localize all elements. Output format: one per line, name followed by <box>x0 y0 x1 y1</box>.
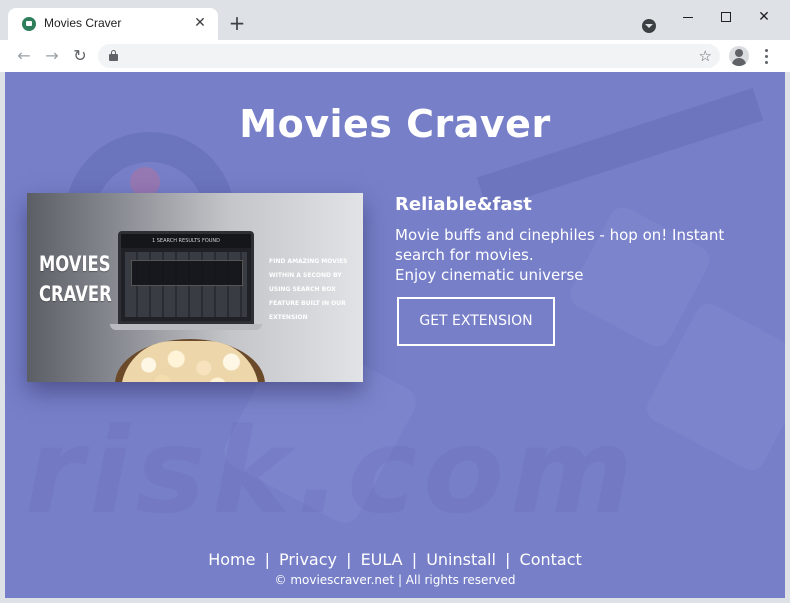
footer-link-privacy[interactable]: Privacy <box>279 550 337 569</box>
promo-image: MOVIES CRAVER 1 SEARCH RESULTS FOUND Fin… <box>27 193 363 382</box>
footer-link-uninstall[interactable]: Uninstall <box>426 550 496 569</box>
feature-description: Movie buffs and cinephiles - hop on! Ins… <box>395 225 765 285</box>
address-bar[interactable]: ☆ <box>98 44 720 68</box>
window-border <box>785 72 790 603</box>
promo-logo-text: MOVIES CRAVER <box>39 252 112 306</box>
back-arrow-icon[interactable]: ← <box>14 46 34 66</box>
feature-description-line: Enjoy cinematic universe <box>395 266 584 284</box>
browser-tab[interactable]: Movies Craver ✕ <box>8 8 218 40</box>
profile-avatar-icon[interactable] <box>729 46 749 66</box>
maximize-button[interactable] <box>708 6 744 28</box>
window-border <box>0 72 5 603</box>
footer-links: Home | Privacy | EULA | Uninstall | Cont… <box>5 550 785 569</box>
lock-icon[interactable] <box>109 50 118 61</box>
laptop-screen: 1 SEARCH RESULTS FOUND <box>118 231 254 324</box>
page-title: Movies Craver <box>239 102 551 146</box>
reload-icon[interactable]: ↻ <box>70 46 90 66</box>
footer-separator: | <box>346 550 352 569</box>
footer-separator: | <box>411 550 418 569</box>
maximize-icon <box>721 12 731 22</box>
forward-arrow-icon[interactable]: → <box>42 46 62 66</box>
footer-link-eula[interactable]: EULA <box>361 550 403 569</box>
feature-title: Reliable&fast <box>395 194 532 215</box>
site-favicon-icon <box>22 17 36 31</box>
laptop-screen-header: 1 SEARCH RESULTS FOUND <box>121 234 251 248</box>
get-extension-button[interactable]: GET EXTENSION <box>397 297 555 346</box>
footer-link-home[interactable]: Home <box>208 550 255 569</box>
new-tab-button[interactable]: + <box>226 12 248 34</box>
footer-link-contact[interactable]: Contact <box>520 550 582 569</box>
tab-search-icon[interactable] <box>642 19 656 33</box>
laptop-base <box>110 324 262 330</box>
browser-toolbar: ← → ↻ ☆ <box>0 40 790 72</box>
footer-separator: | <box>264 550 270 569</box>
kebab-menu-icon[interactable] <box>760 46 774 66</box>
footer-separator: | <box>505 550 511 569</box>
copyright-text: © moviescraver.net | All rights reserved <box>274 573 516 587</box>
feature-description-line: Movie buffs and cinephiles - hop on! Ins… <box>395 226 725 264</box>
bookmark-star-icon[interactable]: ☆ <box>699 46 712 66</box>
tab-strip: Movies Craver ✕ + ✕ <box>0 0 790 40</box>
tab-title: Movies Craver <box>44 16 122 30</box>
close-window-button[interactable]: ✕ <box>746 6 782 28</box>
feature-info: Reliable&fast Movie buffs and cinephiles… <box>395 194 765 285</box>
promo-tagline: Find amazing movies within a second by u… <box>269 258 348 321</box>
page-content: risk.com Movies Craver MOVIES CRAVER 1 S… <box>5 72 785 598</box>
window-border <box>0 598 790 603</box>
close-tab-icon[interactable]: ✕ <box>190 13 210 33</box>
minimize-icon <box>683 16 693 18</box>
minimize-button[interactable] <box>670 6 706 28</box>
watermark-text: risk.com <box>25 402 640 540</box>
